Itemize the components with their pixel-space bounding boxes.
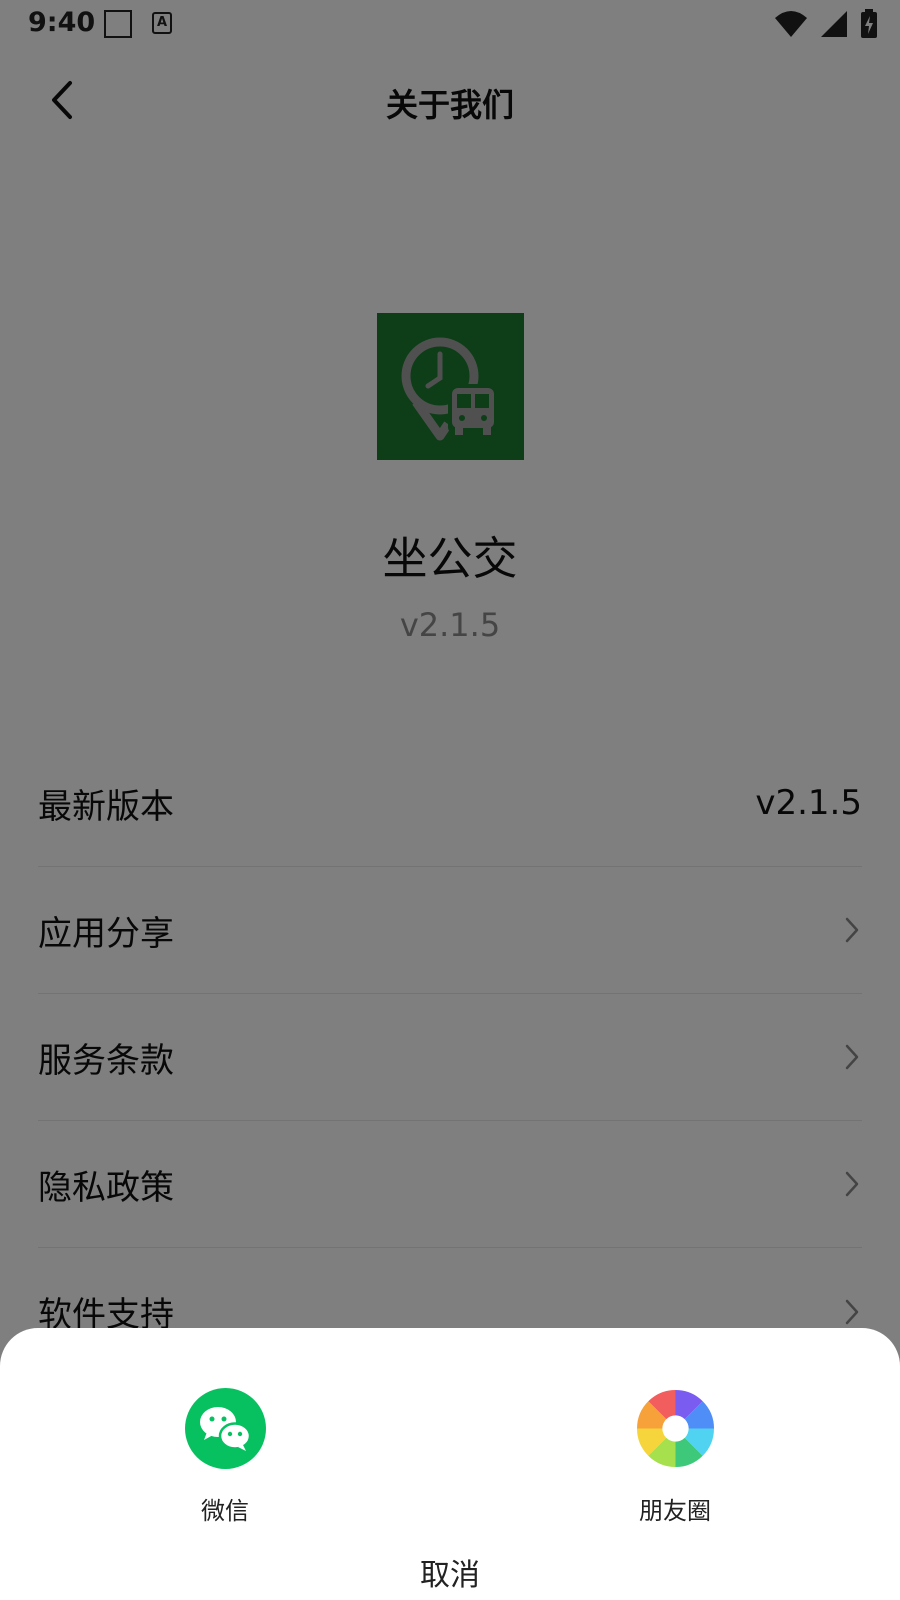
share-wechat-button[interactable]: 微信	[155, 1388, 295, 1526]
share-sheet: 微信 朋友圈 取消	[0, 1328, 900, 1600]
share-option-label: 微信	[201, 1497, 249, 1525]
about-screen: 9:40 A 关于我们	[0, 0, 900, 1600]
wechat-icon	[184, 1388, 266, 1469]
moments-icon	[636, 1389, 714, 1468]
cancel-button[interactable]: 取消	[350, 1550, 550, 1594]
share-moments-button[interactable]: 朋友圈	[605, 1388, 745, 1526]
share-option-label: 朋友圈	[639, 1497, 711, 1525]
